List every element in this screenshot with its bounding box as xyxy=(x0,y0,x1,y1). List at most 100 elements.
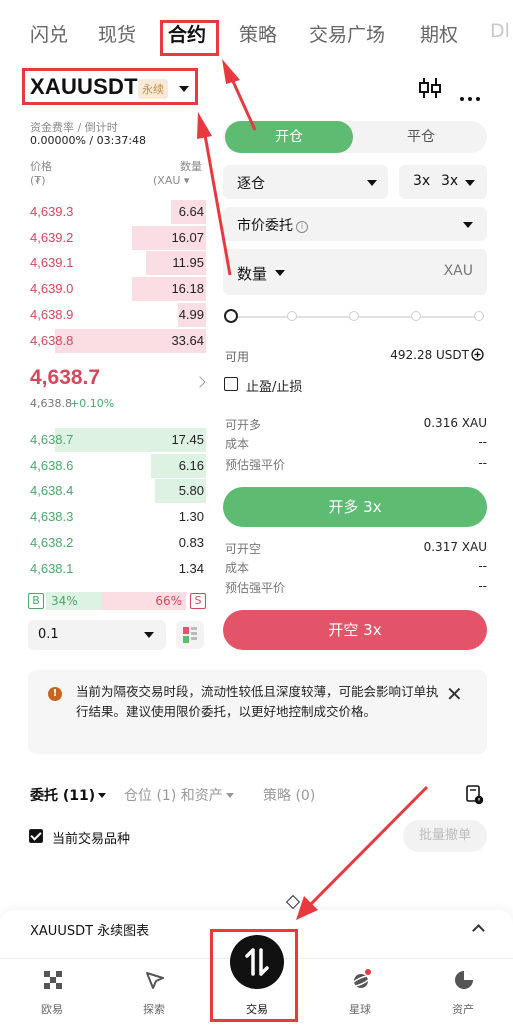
row-price: 4,638.4 xyxy=(30,483,74,499)
notice-text: 当前为隔夜交易时段，流动性较低且深度较薄，可能会影响订单执行结果。建议使用限价委… xyxy=(76,684,439,719)
tab-positions-assets[interactable]: 仓位 (1) 和资产 xyxy=(124,785,234,805)
row-quantity: 1.34 xyxy=(178,560,204,576)
margin-mode-select[interactable]: 逐仓 xyxy=(223,165,388,199)
nav-planet[interactable]: 星球 xyxy=(310,959,410,1029)
chevron-down-icon xyxy=(367,180,377,186)
max-long-label: 可开多 xyxy=(225,418,262,432)
symbol-selector[interactable]: XAUUSDT xyxy=(30,74,138,100)
ask-row[interactable]: 4,639.0 16.18 xyxy=(0,277,206,302)
tab-strategy[interactable]: 策略 xyxy=(239,20,277,47)
tab-futures[interactable]: 合约 xyxy=(168,20,206,47)
bid-row[interactable]: 4,638.7 17.45 xyxy=(0,428,206,452)
planet-icon xyxy=(351,969,371,988)
batch-cancel-button[interactable]: 批量撤单 xyxy=(403,820,487,852)
nav-assets[interactable]: 资产 xyxy=(413,959,513,1029)
row-price: 4,638.2 xyxy=(30,534,74,550)
nav-explore[interactable]: 探索 xyxy=(104,959,204,1029)
tab-open-position[interactable]: 开仓 xyxy=(225,121,353,153)
pie-chart-icon xyxy=(455,971,473,989)
margin-mode-value: 逐仓 xyxy=(237,176,265,192)
row-quantity: 1.30 xyxy=(178,509,204,525)
tab-spot[interactable]: 现货 xyxy=(98,20,136,47)
bid-row[interactable]: 4,638.3 1.30 xyxy=(0,505,206,529)
okx-logo-icon xyxy=(44,971,62,989)
trade-icon[interactable] xyxy=(230,935,284,989)
row-quantity: 33.64 xyxy=(171,332,204,348)
quantity-label[interactable]: 数量 xyxy=(237,263,267,284)
open-short-button[interactable]: 开空 3x xyxy=(223,610,487,650)
overnight-notice: ! 当前为隔夜交易时段，流动性较低且深度较薄，可能会影响订单执行结果。建议使用限… xyxy=(28,670,487,754)
ask-row[interactable]: 4,638.9 4.99 xyxy=(0,302,206,327)
add-funds-icon[interactable] xyxy=(471,348,484,361)
chevron-up-icon[interactable] xyxy=(472,924,485,937)
diamond-icon xyxy=(285,894,301,910)
leverage-long: 3x xyxy=(413,173,431,189)
warning-icon: ! xyxy=(48,687,62,701)
bid-row[interactable]: 4,638.2 0.83 xyxy=(0,531,206,555)
tab-open-orders[interactable]: 委托 (11) xyxy=(30,785,107,805)
slider-stop[interactable] xyxy=(474,311,484,321)
short-cost-value: -- xyxy=(478,559,487,573)
row-quantity: 17.45 xyxy=(171,432,204,447)
row-price: 4,638.7 xyxy=(30,432,74,447)
buy-tag: B xyxy=(28,593,44,609)
long-cost-value: -- xyxy=(478,435,487,449)
tab-close-position[interactable]: 平仓 xyxy=(355,121,487,153)
quantity-input[interactable]: 数量 XAU xyxy=(223,249,487,295)
ask-row[interactable]: 4,639.2 16.07 xyxy=(0,225,206,250)
close-icon[interactable]: ✕ xyxy=(446,682,463,706)
row-price: 4,638.8 xyxy=(30,332,74,348)
ask-row[interactable]: 4,639.3 6.64 xyxy=(0,200,206,224)
row-quantity: 6.16 xyxy=(178,457,204,473)
tp-sl-label[interactable]: 止盈/止损 xyxy=(246,376,302,395)
row-price: 4,639.2 xyxy=(30,229,74,245)
slider-stop[interactable] xyxy=(411,311,421,321)
current-symbol-checkbox[interactable] xyxy=(29,829,43,843)
leverage-select[interactable]: 3x 3x xyxy=(399,165,487,199)
row-quantity: 4.99 xyxy=(178,306,204,322)
slider-handle[interactable] xyxy=(224,309,238,323)
tab-strategy-orders[interactable]: 策略 (0) xyxy=(263,785,315,805)
slider-stop[interactable] xyxy=(287,311,297,321)
short-liq-label: 预估强平价 xyxy=(225,581,286,595)
ask-row[interactable]: 4,639.1 11.95 xyxy=(0,251,206,276)
chevron-down-icon[interactable] xyxy=(275,270,285,276)
depth-step-select[interactable]: 0.1 xyxy=(28,620,166,650)
row-quantity: 5.80 xyxy=(178,483,204,499)
nav-okx[interactable]: 欧易 xyxy=(2,959,102,1029)
tab-trading-plaza[interactable]: 交易广场 xyxy=(309,20,385,47)
chevron-right-icon[interactable] xyxy=(194,376,206,388)
orderbook-layout-icon[interactable] xyxy=(176,621,204,649)
long-cost-label: 成本 xyxy=(225,437,250,451)
bid-row[interactable]: 4,638.4 5.80 xyxy=(0,479,206,504)
chevron-down-icon[interactable] xyxy=(179,86,189,92)
current-symbol-label[interactable]: 当前交易品种 xyxy=(52,828,130,847)
bid-row[interactable]: 4,638.1 1.34 xyxy=(0,557,206,581)
order-history-icon[interactable] xyxy=(466,785,484,805)
more-icon[interactable] xyxy=(460,86,484,105)
tp-sl-checkbox[interactable] xyxy=(224,377,238,391)
ask-row[interactable]: 4,638.8 33.64 xyxy=(0,328,206,353)
bid-row[interactable]: 4,638.6 6.16 xyxy=(0,453,206,478)
open-long-button[interactable]: 开多 3x xyxy=(223,487,487,527)
chevron-down-icon xyxy=(144,632,154,638)
tab-convert[interactable]: 闪兑 xyxy=(30,20,68,47)
short-cost-label: 成本 xyxy=(225,561,250,575)
chevron-down-icon xyxy=(463,222,473,228)
price-change: +0.10% xyxy=(70,397,115,410)
info-icon[interactable]: i xyxy=(296,221,308,233)
row-price: 4,639.1 xyxy=(30,255,74,271)
qty-unit-selector[interactable]: (XAU ▾ xyxy=(153,174,189,187)
order-type-value: 市价委托 xyxy=(237,218,293,234)
row-price: 4,638.3 xyxy=(30,509,74,525)
order-type-select[interactable]: 市价委托 i xyxy=(223,207,487,241)
candlestick-chart-icon[interactable] xyxy=(418,77,442,99)
short-liq-value: -- xyxy=(478,579,487,593)
available-value: 492.28 USDT xyxy=(390,348,469,362)
tab-options[interactable]: 期权 xyxy=(420,20,458,47)
qty-header: 数量 xyxy=(180,160,202,173)
tab-more-cut[interactable]: Dl xyxy=(490,20,510,42)
row-price: 4,639.0 xyxy=(30,281,74,297)
row-quantity: 11.95 xyxy=(172,255,204,271)
slider-stop[interactable] xyxy=(349,311,359,321)
